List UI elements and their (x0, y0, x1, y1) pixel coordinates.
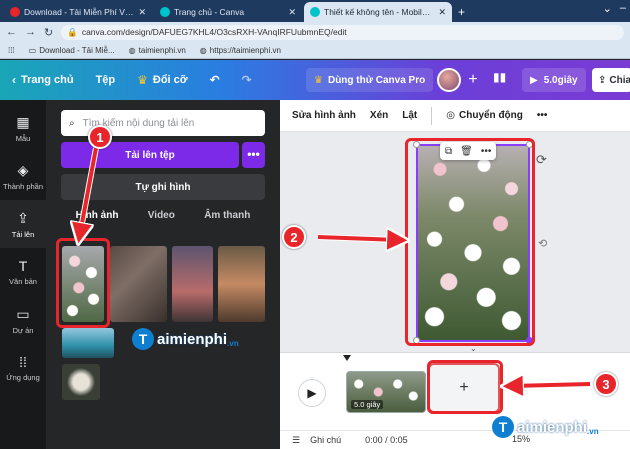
step-badge-1: 1 (88, 125, 112, 149)
annotation-arrows (0, 147, 591, 449)
step-badge-3: 3 (594, 372, 618, 396)
step-badge-2: 2 (282, 225, 306, 249)
